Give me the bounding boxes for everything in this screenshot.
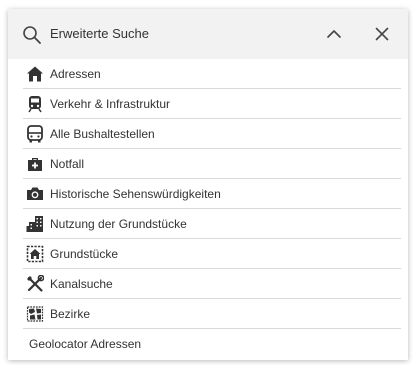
list-item-bezirke[interactable]: Bezirke [23, 299, 401, 329]
list-item-historische-sehenswuerdigkeiten[interactable]: Historische Sehenswürdigkeiten [23, 179, 401, 209]
list-item-label: Nutzung der Grundstücke [50, 217, 187, 231]
collapse-button[interactable] [322, 22, 346, 46]
list-item-label: Notfall [50, 157, 85, 171]
close-button[interactable] [370, 22, 394, 46]
bus-icon [26, 125, 44, 143]
list-item-adressen[interactable]: Adressen [23, 59, 401, 89]
list-item-notfall[interactable]: Notfall [23, 149, 401, 179]
list-item-label: Alle Bushaltestellen [50, 127, 155, 141]
list-item-label: Geolocator Adressen [29, 337, 142, 351]
list-item-label: Verkehr & Infrastruktur [50, 97, 171, 111]
close-icon [370, 22, 394, 46]
home-icon [26, 65, 44, 83]
search-category-list: Adressen Verkehr & Infrastruktur Alle Bu… [23, 59, 401, 359]
advanced-search-panel: Erweiterte Suche Adressen Verkehr & Infr… [8, 9, 408, 360]
search-icon [22, 25, 42, 45]
tools-icon [26, 275, 44, 293]
list-item-label: Historische Sehenswürdigkeiten [50, 187, 221, 201]
list-item-label: Kanalsuche [50, 277, 113, 291]
list-item-geolocator-adressen[interactable]: Geolocator Adressen [23, 329, 401, 359]
list-item-label: Grundstücke [50, 247, 119, 261]
panel-title: Erweiterte Suche [50, 26, 149, 41]
buildings-icon [26, 215, 44, 233]
districts-map-icon [26, 305, 44, 323]
list-item-nutzung-der-grundstuecke[interactable]: Nutzung der Grundstücke [23, 209, 401, 239]
panel-header: Erweiterte Suche [8, 9, 408, 59]
train-icon [26, 95, 44, 113]
list-item-label: Adressen [50, 67, 101, 81]
list-item-label: Bezirke [50, 307, 91, 321]
list-item-kanalsuche[interactable]: Kanalsuche [23, 269, 401, 299]
list-item-bushaltestellen[interactable]: Alle Bushaltestellen [23, 119, 401, 149]
list-item-grundstuecke[interactable]: Grundstücke [23, 239, 401, 269]
medkit-icon [26, 155, 44, 173]
camera-icon [26, 185, 44, 203]
parcel-home-icon [26, 245, 44, 263]
chevron-up-icon [322, 22, 346, 46]
list-item-verkehr[interactable]: Verkehr & Infrastruktur [23, 89, 401, 119]
